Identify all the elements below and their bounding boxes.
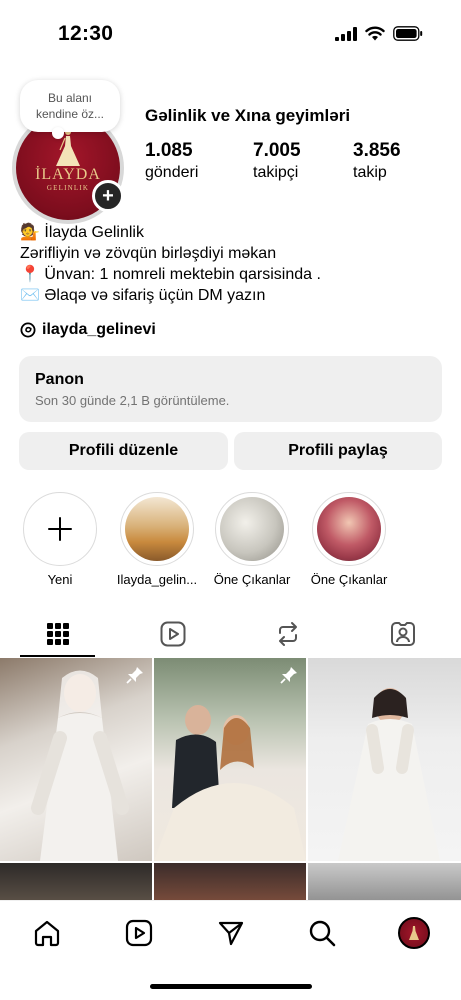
add-story-button[interactable]: + [92, 180, 124, 212]
wifi-icon [365, 26, 385, 41]
nav-profile[interactable] [394, 915, 434, 951]
highlight-cover [317, 497, 381, 561]
stat-value: 7.005 [253, 140, 301, 161]
stat-value: 1.085 [145, 140, 193, 161]
nav-reels[interactable] [119, 915, 159, 951]
home-icon [34, 920, 60, 947]
pin-icon [280, 667, 297, 684]
send-icon [218, 921, 244, 946]
bio-line: ✉️ Əlaqə və sifariş üçün DM yazın [20, 287, 266, 304]
grid-post[interactable] [0, 658, 152, 861]
note-bubble[interactable]: Bu alanı kendine öz... [20, 80, 120, 139]
tab-grid[interactable] [0, 610, 115, 658]
stat-label: takip [353, 164, 387, 181]
profile-name: Gəlinlik ve Xına geyimləri [145, 106, 351, 125]
signal-icon [335, 26, 357, 41]
highlight-label: Yeni [47, 572, 73, 587]
bio-line: 📍 Ünvan: 1 nomreli mektebin qarsisinda . [20, 266, 321, 283]
status-bar: 12:30 [0, 0, 461, 62]
bride-figure [338, 688, 440, 861]
couple-figure [154, 705, 306, 861]
grid-icon [46, 623, 69, 645]
repost-icon [278, 622, 297, 646]
reels-icon [160, 621, 185, 647]
nav-home[interactable] [27, 915, 67, 951]
stat-label: takipçi [253, 164, 299, 181]
nav-messages[interactable] [211, 915, 251, 951]
highlight-circle [215, 492, 289, 566]
highlight-item[interactable]: Öne Çıkanlar [302, 492, 396, 587]
highlight-circle [23, 492, 97, 566]
highlight-new[interactable]: Yeni [21, 492, 99, 587]
stat-value: 3.856 [353, 140, 401, 161]
threads-link[interactable]: ilayda_gelinevi [20, 321, 156, 339]
dashboard-title: Panon [35, 371, 84, 388]
stat-label: gönderi [145, 164, 199, 181]
tab-reposts[interactable] [230, 610, 345, 658]
profile-tabs [0, 610, 461, 658]
dashboard-subtitle: Son 30 günde 2,1 B görüntüleme. [35, 393, 230, 408]
grid-post[interactable] [308, 658, 461, 861]
threads-icon [20, 322, 36, 338]
highlight-label: Öne Çıkanlar [310, 572, 388, 587]
home-indicator [150, 984, 312, 989]
bio-line: 💁 İlayda Gelinlik [20, 224, 144, 241]
share-profile-button[interactable]: Profili paylaş [234, 432, 442, 470]
stat-following[interactable]: 3.856 takip [353, 140, 401, 182]
highlight-label: Öne Çıkanlar [213, 572, 291, 587]
tab-tagged[interactable] [345, 610, 460, 658]
highlight-circle [120, 492, 194, 566]
highlight-cover [125, 497, 189, 561]
highlight-cover [220, 497, 284, 561]
pin-icon [126, 667, 143, 684]
grid-post[interactable] [154, 863, 306, 903]
battery-icon [393, 26, 423, 41]
professional-dashboard[interactable]: Panon Son 30 günde 2,1 B görüntüleme. [19, 356, 442, 422]
tab-reels[interactable] [115, 610, 230, 658]
grid-post[interactable] [308, 863, 461, 903]
grid-post[interactable] [154, 658, 306, 861]
highlight-item[interactable]: Öne Çıkanlar [206, 492, 298, 587]
edit-profile-button[interactable]: Profili düzenle [19, 432, 228, 470]
dress-icon [409, 926, 419, 940]
active-tab-indicator [20, 655, 95, 657]
highlight-circle [312, 492, 386, 566]
nav-search[interactable] [302, 915, 342, 951]
highlight-item[interactable]: Ilayda_gelin... [114, 492, 200, 587]
stat-followers[interactable]: 7.005 takipçi [253, 140, 301, 182]
search-icon [309, 920, 336, 947]
tagged-icon [390, 622, 415, 646]
threads-handle: ilayda_gelinevi [42, 321, 156, 338]
stat-posts[interactable]: 1.085 gönderi [145, 140, 198, 182]
status-icons [335, 26, 423, 41]
highlight-label: Ilayda_gelin... [116, 572, 198, 587]
reels-icon [125, 919, 153, 947]
bride-figure [31, 670, 129, 861]
grid-post[interactable] [0, 863, 152, 903]
bio-line: Zərifliyin və zövqün birləşdiyi məkan [20, 245, 277, 262]
profile-bio: 💁 İlayda Gelinlik Zərifliyin və zövqün b… [20, 222, 321, 306]
status-time: 12:30 [58, 22, 114, 45]
avatar [398, 917, 430, 949]
note-text: Bu alanı kendine öz... [35, 91, 105, 121]
plus-icon [48, 517, 72, 541]
plus-icon: + [102, 185, 114, 207]
